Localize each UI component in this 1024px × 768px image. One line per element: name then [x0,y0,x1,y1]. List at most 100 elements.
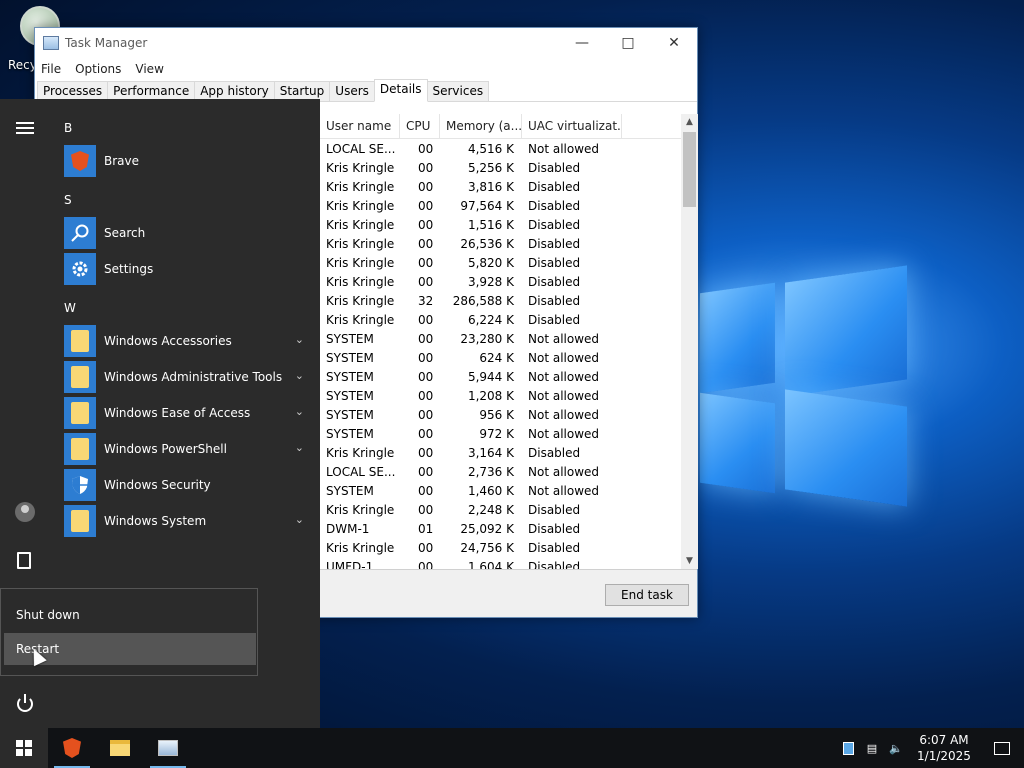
tab-performance[interactable]: Performance [107,81,196,101]
table-row[interactable]: Kris Kringle 00 1,516 K Disabled [320,215,622,234]
app-windows-administrative-tools[interactable]: Windows Administrative Tools ⌄ [64,361,304,393]
cell-memory: 3,928 K [467,274,514,289]
table-row[interactable]: Kris Kringle 00 5,256 K Disabled [320,158,622,177]
letter-header-b[interactable]: B [64,121,72,135]
column-header-user-name[interactable]: User name [320,114,400,138]
table-row[interactable]: UMFD-1 00 1,604 K Disabled [320,557,622,570]
cell-memory: 23,280 K [460,331,514,346]
tablet-icon[interactable] [836,728,860,768]
table-row[interactable]: Kris Kringle 00 24,756 K Disabled [320,538,622,557]
maximize-button[interactable]: □ [605,28,651,58]
table-row[interactable]: SYSTEM 00 624 K Not allowed [320,348,622,367]
shut-down-option[interactable]: Shut down [4,599,256,631]
cell-cpu: 00 [418,502,434,517]
vertical-scrollbar[interactable]: ▲ ▼ [681,114,698,569]
table-row[interactable]: Kris Kringle 00 6,224 K Disabled [320,310,622,329]
scroll-up-arrow-icon[interactable]: ▲ [681,114,698,130]
volume-icon[interactable]: 🔈 [884,728,908,768]
chevron-down-icon[interactable]: ⌄ [295,441,304,454]
cell-user-name: DWM-1 [326,521,370,536]
cell-user-name: LOCAL SE... [326,464,396,479]
tab-startup[interactable]: Startup [273,81,331,101]
table-row[interactable]: Kris Kringle 00 5,820 K Disabled [320,253,622,272]
cell-cpu: 00 [418,464,434,479]
table-row[interactable]: SYSTEM 00 23,280 K Not allowed [320,329,622,348]
chevron-down-icon[interactable]: ⌄ [295,405,304,418]
tab-services[interactable]: Services [426,81,490,101]
chevron-down-icon[interactable]: ⌄ [295,369,304,382]
cell-cpu: 00 [418,312,434,327]
table-row[interactable]: Kris Kringle 00 97,564 K Disabled [320,196,622,215]
app-windows-accessories[interactable]: Windows Accessories ⌄ [64,325,304,357]
cell-cpu: 00 [418,217,434,232]
cell-user-name: Kris Kringle [326,179,395,194]
app-settings[interactable]: Settings [64,253,304,285]
table-row[interactable]: Kris Kringle 00 3,928 K Disabled [320,272,622,291]
minimize-button[interactable]: — [559,28,605,58]
app-windows-system[interactable]: Windows System ⌄ [64,505,304,537]
close-button[interactable]: ✕ [651,28,697,58]
menu-view[interactable]: View [135,62,163,76]
cell-user-name: Kris Kringle [326,198,395,213]
app-windows-powershell[interactable]: Windows PowerShell ⌄ [64,433,304,465]
chevron-down-icon[interactable]: ⌄ [295,513,304,526]
table-row[interactable]: SYSTEM 00 956 K Not allowed [320,405,622,424]
end-task-button[interactable]: End task [605,584,689,606]
app-brave[interactable]: Brave [64,145,304,177]
cell-memory: 2,248 K [467,502,514,517]
scrollbar-thumb[interactable] [683,132,696,207]
start-button[interactable] [0,728,48,768]
table-row[interactable]: Kris Kringle 00 3,816 K Disabled [320,177,622,196]
app-windows-security[interactable]: Windows Security [64,469,304,501]
menu-options[interactable]: Options [75,62,121,76]
tab-app-history[interactable]: App history [194,81,275,101]
table-row[interactable]: DWM-1 01 25,092 K Disabled [320,519,622,538]
cell-user-name: SYSTEM [326,350,374,365]
table-row[interactable]: SYSTEM 00 5,944 K Not allowed [320,367,622,386]
hamburger-menu-icon[interactable] [16,122,34,137]
table-row[interactable]: SYSTEM 00 1,460 K Not allowed [320,481,622,500]
table-row[interactable]: Kris Kringle 00 26,536 K Disabled [320,234,622,253]
network-icon[interactable]: ▤ [860,728,884,768]
cell-cpu: 00 [418,559,434,570]
column-header-memory[interactable]: Memory (a... [440,114,522,138]
app-windows-ease-of-access[interactable]: Windows Ease of Access ⌄ [64,397,304,429]
documents-icon[interactable] [17,552,31,569]
taskbar-file-explorer[interactable] [96,728,144,768]
tab-details[interactable]: Details [373,79,428,102]
app-search[interactable]: Search [64,217,304,249]
app-name: Windows Ease of Access [104,406,251,420]
cell-user-name: SYSTEM [326,426,374,441]
tab-users[interactable]: Users [329,81,375,101]
taskbar-task-manager[interactable] [144,728,192,768]
menu-file[interactable]: File [41,62,61,76]
table-row[interactable]: SYSTEM 00 1,208 K Not allowed [320,386,622,405]
chevron-down-icon[interactable]: ⌄ [295,333,304,346]
clock[interactable]: 6:07 AM 1/1/2025 [908,732,980,764]
power-icon[interactable] [17,694,33,712]
table-row[interactable]: Kris Kringle 32 286,588 K Disabled [320,291,622,310]
window-title: Task Manager [65,36,148,50]
title-bar[interactable]: Task Manager — □ ✕ [35,28,697,58]
column-header-cpu[interactable]: CPU [400,114,440,138]
cell-uac: Disabled [528,198,581,213]
taskbar-brave[interactable] [48,728,96,768]
table-row[interactable]: Kris Kringle 00 2,248 K Disabled [320,500,622,519]
system-tray: ▤ 🔈 6:07 AM 1/1/2025 [836,728,1024,768]
table-row[interactable]: Kris Kringle 00 3,164 K Disabled [320,443,622,462]
table-row[interactable]: SYSTEM 00 972 K Not allowed [320,424,622,443]
cell-cpu: 00 [418,350,434,365]
letter-header-s[interactable]: S [64,193,72,207]
cell-user-name: UMFD-1 [326,559,374,570]
table-row[interactable]: LOCAL SE... 00 2,736 K Not allowed [320,462,622,481]
letter-header-w[interactable]: W [64,301,76,315]
action-center-icon[interactable] [980,741,1024,755]
table-row[interactable]: LOCAL SE... 00 4,516 K Not allowed [320,139,622,158]
scroll-down-arrow-icon[interactable]: ▼ [681,553,698,569]
cell-memory: 24,756 K [460,540,514,555]
column-header-uac[interactable]: UAC virtualizat... [522,114,622,138]
tab-processes[interactable]: Processes [37,81,109,101]
cell-cpu: 32 [418,293,434,308]
cell-uac: Disabled [528,217,581,232]
user-avatar-icon[interactable] [15,502,35,522]
